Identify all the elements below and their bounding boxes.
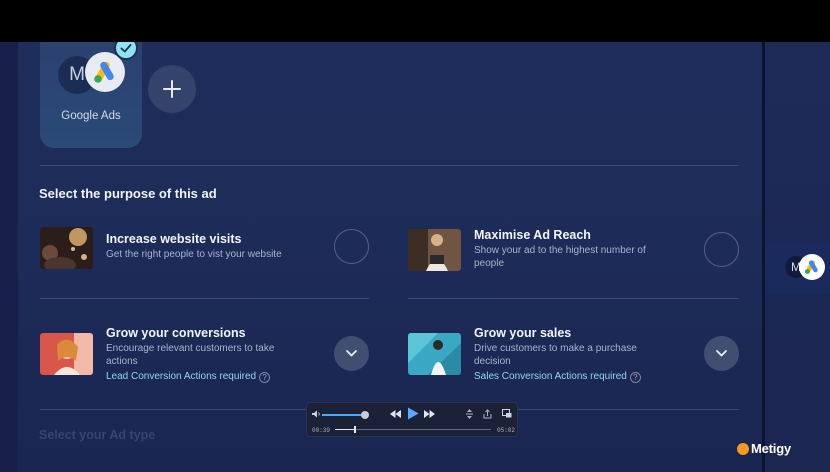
add-platform-button[interactable] (148, 65, 196, 113)
option-title: Grow your conversions (106, 326, 246, 340)
divider (40, 298, 369, 299)
volume-level (322, 414, 362, 416)
ad-type-section-title: Select your Ad type (39, 428, 156, 442)
option-description: Encourage relevant customers to take act… (106, 343, 275, 367)
purpose-option-maximise-reach[interactable]: Maximise Ad Reach Show your ad to the hi… (408, 228, 739, 273)
option-expand-button[interactable] (334, 336, 369, 371)
share-icon[interactable] (483, 409, 492, 419)
chevron-down-icon (346, 350, 357, 357)
top-bar (0, 0, 830, 42)
option-description: Show your ad to the highest number of pe… (474, 245, 646, 269)
seek-progress (335, 429, 356, 430)
option-thumbnail (40, 227, 93, 269)
volume-handle[interactable] (361, 411, 369, 419)
requirement-text: Sales Conversion Actions required (474, 371, 627, 382)
option-expand-button[interactable] (704, 336, 739, 371)
option-description: Get the right people to vist your websit… (106, 249, 282, 260)
option-radio[interactable] (334, 229, 369, 264)
requirement-text: Lead Conversion Actions required (106, 371, 257, 382)
plus-icon (163, 80, 181, 98)
option-title: Maximise Ad Reach (474, 228, 591, 242)
brand-dot (737, 443, 749, 455)
purpose-option-website-visits[interactable]: Increase website visits Get the right pe… (40, 227, 370, 269)
divider (408, 298, 739, 299)
option-requirement-link[interactable]: Lead Conversion Actions required? (106, 371, 271, 383)
fast-forward-icon[interactable] (424, 410, 435, 418)
side-panel-platform-logo[interactable]: M (785, 254, 825, 280)
seek-handle[interactable] (354, 426, 357, 433)
chevron-down-icon (716, 350, 727, 357)
video-player-controls: 00:39 05:02 (306, 402, 518, 437)
platform-card-google-ads[interactable]: M Google Ads (40, 42, 142, 148)
left-edge (0, 42, 18, 472)
divider (40, 165, 739, 166)
purpose-option-grow-sales[interactable]: Grow your sales Drive customers to make … (408, 326, 739, 389)
option-radio[interactable] (704, 232, 739, 267)
option-thumbnail (408, 229, 461, 271)
option-title: Increase website visits (106, 232, 242, 246)
help-icon[interactable]: ? (629, 372, 641, 383)
speed-icon[interactable] (465, 409, 474, 419)
option-thumbnail (40, 333, 93, 375)
current-time: 00:39 (312, 427, 331, 434)
volume-icon[interactable] (311, 409, 321, 419)
purpose-section-title: Select the purpose of this ad (39, 186, 217, 201)
option-requirement-link[interactable]: Sales Conversion Actions required? (474, 371, 641, 383)
option-title: Grow your sales (474, 326, 572, 340)
volume-slider[interactable] (322, 414, 364, 416)
purpose-option-grow-conversions[interactable]: Grow your conversions Encourage relevant… (40, 326, 370, 389)
platform-name: Google Ads (61, 110, 121, 122)
duration: 05:02 (497, 427, 516, 434)
google-ads-logo (799, 254, 825, 280)
option-thumbnail (408, 333, 461, 375)
check-icon (114, 42, 138, 60)
help-icon[interactable]: ? (259, 372, 271, 383)
picture-in-picture-icon[interactable] (502, 409, 512, 418)
brand-name: Metigy (751, 441, 791, 456)
rewind-icon[interactable] (390, 410, 401, 418)
play-icon[interactable] (407, 407, 419, 420)
side-panel: M (762, 42, 830, 472)
seek-bar[interactable] (335, 426, 491, 433)
option-description: Drive customers to make a purchase decis… (474, 343, 637, 367)
